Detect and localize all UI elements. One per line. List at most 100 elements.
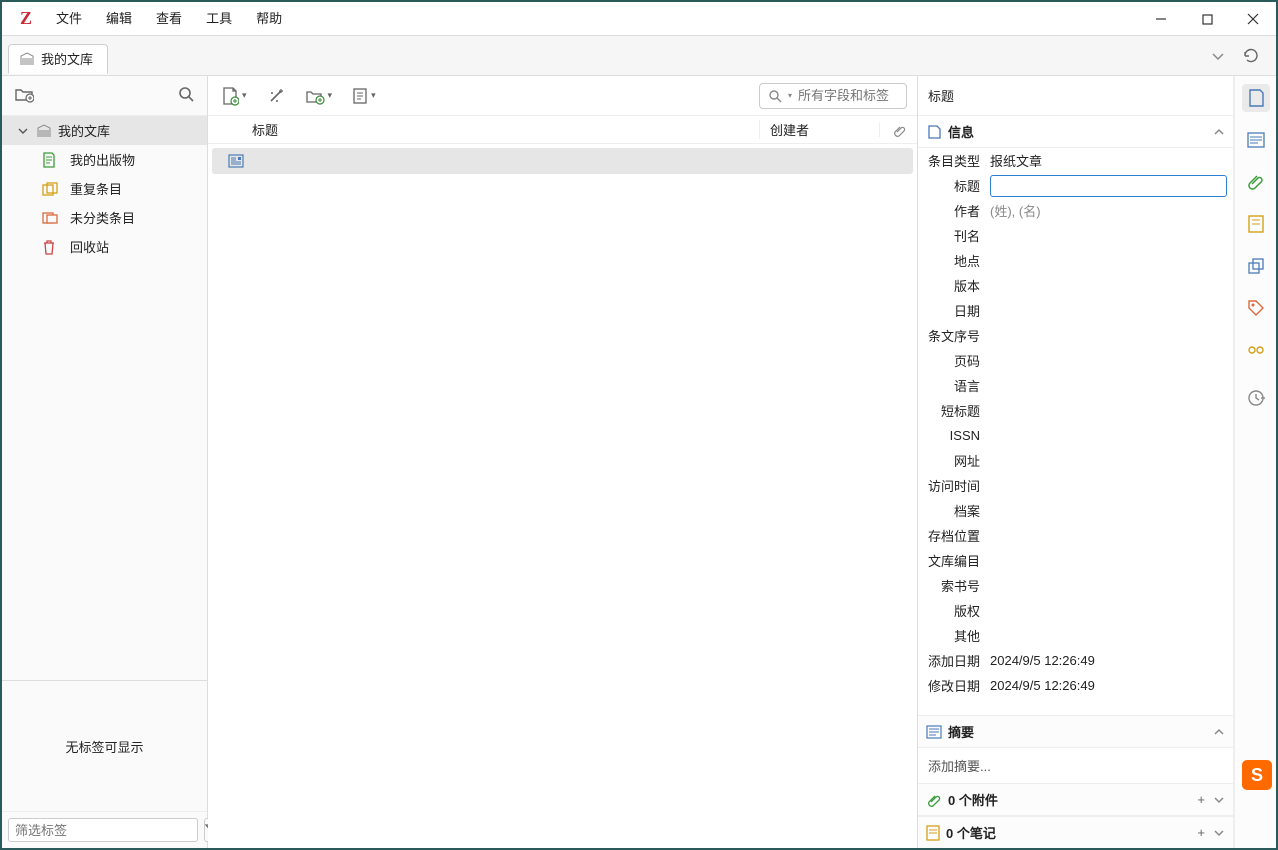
column-creator[interactable]: 创建者 [759,120,879,139]
paperclip-icon [892,123,906,137]
field-label: 刊名 [922,226,980,245]
paperclip-icon [926,792,942,808]
attachments-title: 0 个附件 [948,790,1191,809]
tag-empty-message: 无标签可显示 [2,681,207,811]
collection-item[interactable]: 重复条目 [42,174,207,203]
library-root-label: 我的文库 [58,121,110,140]
items-pane: ▾ ▾ ▾ ▾ 标题 创建者 [208,76,918,848]
field-label: 日期 [922,301,980,320]
library-root[interactable]: 我的文库 [2,116,207,145]
library-tab[interactable]: 我的文库 [8,44,108,74]
title-input[interactable] [990,175,1227,197]
item-list [208,144,917,848]
info-icon [926,124,942,140]
library-icon [19,51,35,67]
collection-item[interactable]: 未分类条目 [42,203,207,232]
note-icon [926,825,940,841]
tag-selector: 无标签可显示 ▾ [2,680,207,848]
right-rail [1234,76,1276,848]
field-label: 存档位置 [922,526,980,545]
info-section-header[interactable]: 信息 [918,116,1233,148]
menu-tools[interactable]: 工具 [194,2,244,36]
field-value[interactable]: 2024/9/5 12:26:49 [990,678,1227,693]
rail-related[interactable] [1242,336,1270,364]
add-note-icon[interactable]: + [1197,825,1205,840]
collection-icon [42,182,58,196]
rail-notes[interactable] [1242,210,1270,238]
collections-pane: 我的文库 我的出版物重复条目未分类条目回收站 无标签可显示 ▾ [2,76,208,848]
abstract-section-header[interactable]: 摘要 [918,715,1233,748]
item-row[interactable] [212,148,913,174]
rail-libraries[interactable] [1242,252,1270,280]
wand-icon [267,87,285,105]
tag-filter-input[interactable] [8,818,198,842]
collection-icon [42,211,58,225]
items-search[interactable]: ▾ [759,83,907,109]
tab-label: 我的文库 [41,49,93,68]
items-toolbar: ▾ ▾ ▾ ▾ [208,76,917,116]
field-label: 版权 [922,601,980,620]
rail-attachments[interactable] [1242,168,1270,196]
menubar: Z 文件 编辑 查看 工具 帮助 [2,2,1276,36]
add-attachment-button[interactable]: ▾ [302,84,336,108]
field-label: 网址 [922,451,980,470]
field-label: 短标题 [922,401,980,420]
notes-title: 0 个笔记 [946,823,1191,842]
items-search-input[interactable] [798,88,898,103]
field-label: 版本 [922,276,980,295]
window-minimize[interactable] [1138,2,1184,36]
field-label: 修改日期 [922,676,980,695]
window-close[interactable] [1230,2,1276,36]
info-fields: 条目类型 报纸文章 标题作者(姓), (名)刊名地点版本日期条文序号页码语言短标… [918,148,1233,715]
collection-label: 我的出版物 [70,150,135,169]
attachments-section-header[interactable]: 0 个附件 + [918,783,1233,816]
field-label: 访问时间 [922,476,980,495]
new-collection-icon[interactable] [14,85,34,106]
menu-edit[interactable]: 编辑 [94,2,144,36]
chevron-up-icon[interactable] [1213,126,1225,138]
chevron-down-icon[interactable] [1213,827,1225,839]
chevron-down-icon[interactable] [1213,794,1225,806]
column-attachment[interactable] [879,123,917,137]
new-note-button[interactable]: ▾ [349,84,379,108]
rail-tags[interactable] [1242,294,1270,322]
field-label: 作者 [922,201,980,220]
search-collections-icon[interactable] [177,85,195,106]
field-label: 添加日期 [922,651,980,670]
field-label: 索书号 [922,576,980,595]
menu-help[interactable]: 帮助 [244,2,294,36]
rail-abstract[interactable] [1242,126,1270,154]
new-item-button[interactable]: ▾ [218,83,250,109]
collection-icon [42,152,58,168]
note-icon [352,87,368,105]
abstract-title: 摘要 [948,722,1207,741]
column-title[interactable]: 标题 [208,120,759,139]
collection-tree: 我的文库 我的出版物重复条目未分类条目回收站 [2,116,207,680]
ime-badge: S [1242,760,1272,790]
app-logo: Z [2,8,44,29]
menu-file[interactable]: 文件 [44,2,94,36]
sync-icon[interactable] [1242,47,1260,65]
rail-info[interactable] [1242,84,1270,112]
window-maximize[interactable] [1184,2,1230,36]
menu-view[interactable]: 查看 [144,2,194,36]
add-by-identifier-button[interactable] [264,84,288,108]
field-label: 条文序号 [922,326,980,345]
library-children: 我的出版物重复条目未分类条目回收站 [2,145,207,261]
add-attachment-icon[interactable]: + [1197,792,1205,807]
collection-label: 回收站 [70,237,109,256]
abstract-body[interactable]: 添加摘要... [918,748,1233,783]
field-value[interactable]: 2024/9/5 12:26:49 [990,653,1227,668]
chevron-up-icon[interactable] [1213,726,1225,738]
field-label: 其他 [922,626,980,645]
rail-locate[interactable] [1242,384,1270,412]
notes-section-header[interactable]: 0 个笔记 + [918,816,1233,848]
collection-item[interactable]: 回收站 [42,232,207,261]
field-label: 语言 [922,376,980,395]
field-label: 标题 [922,176,980,195]
item-type-value[interactable]: 报纸文章 [990,151,1227,170]
field-value[interactable]: (姓), (名) [990,201,1227,220]
collection-item[interactable]: 我的出版物 [42,145,207,174]
chevron-down-icon[interactable] [18,126,30,136]
tab-list-icon[interactable] [1210,48,1226,64]
